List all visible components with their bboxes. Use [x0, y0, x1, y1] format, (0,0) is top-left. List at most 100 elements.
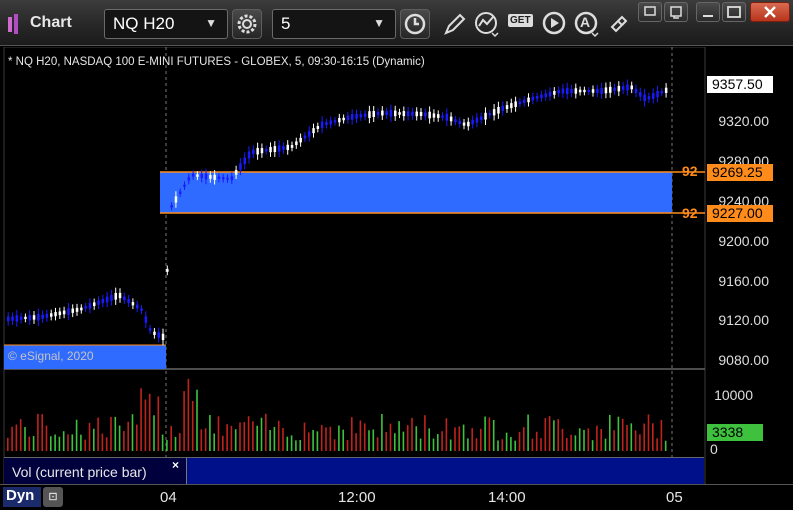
volume-bar — [578, 428, 581, 451]
volume-bar — [523, 427, 525, 451]
candle-body — [131, 302, 135, 306]
volume-bar — [445, 418, 448, 451]
volume-bar — [432, 438, 435, 451]
candle-body — [656, 90, 659, 98]
close-button[interactable] — [750, 2, 790, 22]
volume-bar — [600, 428, 602, 451]
volume-tick: 10000 — [714, 387, 753, 403]
candle-body — [376, 111, 380, 115]
price-chart[interactable] — [0, 47, 793, 510]
candle-body — [355, 113, 358, 119]
volume-bar — [256, 425, 258, 451]
interval-select[interactable]: 5 ▼ — [272, 9, 396, 39]
volume-bar — [105, 437, 108, 451]
volume-bar — [213, 433, 215, 451]
candle-body — [359, 114, 363, 118]
time-axis: Dyn ⊡ 04 12:00 14:00 05 — [0, 484, 793, 510]
candle-body — [419, 112, 423, 116]
candle-body — [273, 146, 277, 153]
candle-body — [381, 110, 384, 116]
chart-area[interactable]: * NQ H20, NASDAQ 100 E-MINI FUTURES - GL… — [0, 47, 793, 510]
volume-bar — [316, 431, 319, 451]
get-button[interactable]: GET — [506, 9, 534, 39]
candle-body — [548, 91, 552, 97]
volume-bar — [183, 391, 185, 451]
candle-body — [183, 184, 186, 187]
candle-body — [531, 96, 535, 101]
candle-body — [217, 176, 221, 179]
candle-body — [256, 147, 259, 155]
candle-body — [424, 112, 427, 117]
candle-body — [204, 173, 208, 180]
volume-bar — [351, 417, 353, 451]
candle-body — [123, 296, 126, 301]
volume-bar — [652, 423, 654, 451]
close-icon — [764, 6, 776, 18]
candle-body — [303, 135, 307, 139]
candle-body — [351, 114, 354, 120]
close-icon[interactable]: × — [172, 458, 179, 472]
lock-icon[interactable]: ⊡ — [43, 487, 63, 507]
symbol-value: NQ H20 — [113, 14, 175, 33]
candle-body — [621, 86, 625, 91]
candle-body — [527, 97, 530, 103]
dynamic-button[interactable]: Dyn — [3, 487, 41, 507]
volume-bar — [320, 425, 323, 451]
candle-body — [97, 300, 100, 305]
volume-study-bar[interactable]: Vol (current price bar) × — [4, 457, 704, 484]
candle-body — [372, 110, 375, 118]
candle-body — [226, 177, 229, 180]
candle-body — [553, 90, 556, 95]
play-icon[interactable] — [540, 9, 568, 39]
volume-bar — [41, 414, 43, 451]
autoscale-label: A — [580, 14, 591, 30]
candle-body — [222, 177, 225, 180]
candle-body — [570, 88, 573, 94]
watermark: © eSignal, 2020 — [8, 349, 94, 363]
maximize-button[interactable] — [722, 2, 746, 22]
volume-bar — [234, 429, 237, 451]
settings-button[interactable] — [232, 9, 262, 39]
volume-bar — [299, 440, 301, 451]
chevron-down-icon: ▼ — [205, 16, 217, 30]
candle-body — [445, 113, 449, 121]
volume-bar — [561, 428, 564, 451]
time-button[interactable] — [400, 9, 430, 39]
price-tick: 9200.00 — [718, 233, 769, 249]
volume-bar — [518, 431, 521, 451]
candle-body — [101, 298, 105, 304]
volume-bar — [634, 430, 637, 451]
support-zone[interactable] — [160, 172, 672, 213]
volume-bar — [394, 433, 396, 451]
volume-bar — [359, 420, 362, 451]
volume-study-field[interactable] — [186, 458, 704, 484]
candle-body — [523, 99, 526, 103]
candle-body — [647, 96, 651, 100]
volume-bar — [583, 429, 585, 451]
candle-body — [578, 89, 582, 93]
volume-bar — [664, 440, 667, 451]
restore-button[interactable] — [664, 2, 688, 22]
symbol-select[interactable]: NQ H20 ▼ — [104, 9, 228, 39]
link-icon[interactable] — [604, 9, 632, 39]
pencil-icon[interactable] — [440, 9, 468, 39]
study-icon[interactable] — [472, 9, 500, 39]
volume-bar — [462, 424, 465, 451]
volume-bar — [591, 440, 594, 451]
volume-bar — [471, 428, 473, 451]
volume-bar — [127, 421, 129, 451]
candle-body — [325, 122, 328, 126]
volume-bar — [639, 434, 641, 451]
pin-button[interactable] — [638, 2, 662, 22]
minimize-button[interactable] — [696, 2, 720, 22]
volume-bar — [441, 431, 443, 451]
candle-body — [471, 119, 474, 125]
volume-bar — [226, 424, 228, 451]
volume-bar — [372, 429, 375, 451]
volume-bar — [643, 423, 645, 451]
minimize-icon — [703, 15, 713, 17]
candle-body — [626, 84, 629, 91]
autoscale-button[interactable]: A — [572, 9, 600, 39]
candle-body — [295, 141, 298, 146]
volume-bar — [376, 437, 379, 451]
